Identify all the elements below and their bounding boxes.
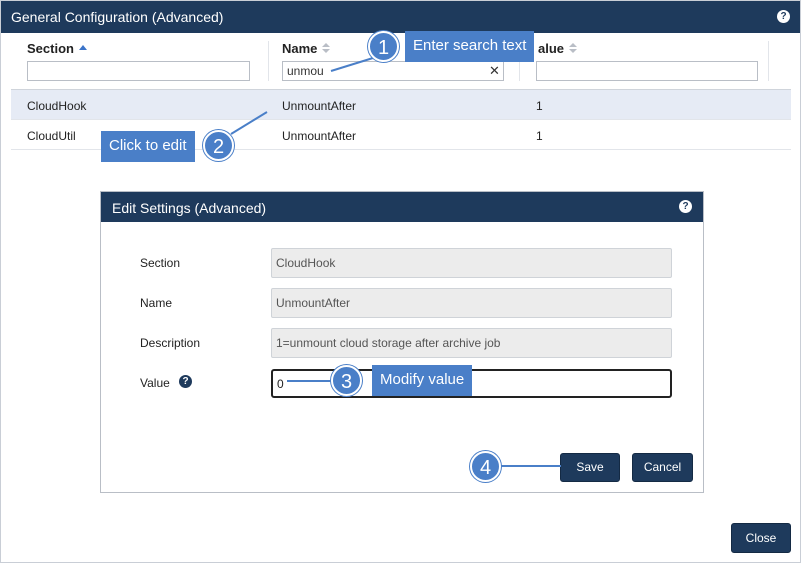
callout-1-badge: 1: [368, 31, 399, 62]
section-field: CloudHook: [271, 248, 672, 278]
cell-section: CloudHook: [27, 99, 87, 113]
info-icon[interactable]: ?: [179, 375, 192, 388]
description-field: 1=unmount cloud storage after archive jo…: [271, 328, 672, 358]
callout-2-text: Click to edit: [101, 131, 195, 162]
cell-section: CloudUtil: [27, 129, 76, 143]
name-filter-input[interactable]: [282, 61, 504, 81]
window-title: General Configuration (Advanced): [11, 9, 224, 25]
table-row[interactable]: CloudHook UnmountAfter 1: [11, 90, 791, 120]
column-header-value-label: alue: [538, 41, 565, 56]
callout-4-badge: 4: [470, 451, 501, 482]
cell-value: 1: [536, 99, 543, 113]
sort-ascending-icon: [78, 45, 87, 50]
window-titlebar: General Configuration (Advanced) ?: [1, 1, 800, 33]
column-header-section[interactable]: Section: [27, 41, 87, 56]
general-configuration-window: General Configuration (Advanced) ? Secti…: [0, 0, 801, 563]
edit-settings-dialog: Edit Settings (Advanced) ? Section Cloud…: [100, 191, 704, 493]
cell-value: 1: [536, 129, 543, 143]
dialog-titlebar: Edit Settings (Advanced) ?: [101, 192, 703, 222]
save-button[interactable]: Save: [560, 453, 620, 482]
help-icon[interactable]: ?: [777, 10, 790, 23]
clear-filter-icon[interactable]: ✕: [489, 63, 500, 79]
help-icon[interactable]: ?: [679, 200, 692, 213]
description-label: Description: [140, 336, 201, 350]
callout-2-badge: 2: [203, 130, 234, 161]
section-filter-input[interactable]: [27, 61, 250, 81]
column-header-name[interactable]: Name: [282, 41, 331, 56]
sort-icon: [322, 43, 331, 54]
column-header-value[interactable]: alue: [538, 41, 578, 56]
name-label: Name: [140, 296, 173, 310]
column-header-section-label: Section: [27, 41, 74, 56]
close-button[interactable]: Close: [731, 523, 791, 553]
value-filter-input[interactable]: [536, 61, 758, 81]
column-divider[interactable]: [768, 41, 769, 81]
value-label: Value: [140, 376, 170, 390]
cell-name: UnmountAfter: [282, 129, 357, 143]
column-divider[interactable]: [268, 41, 269, 81]
dialog-title: Edit Settings (Advanced): [112, 200, 267, 216]
column-header-name-label: Name: [282, 41, 318, 56]
callout-3-badge: 3: [331, 365, 362, 396]
cancel-button[interactable]: Cancel: [632, 453, 693, 482]
sort-icon: [569, 43, 578, 54]
callout-1-text: Enter search text: [405, 31, 535, 62]
section-label: Section: [140, 256, 181, 270]
name-field: UnmountAfter: [271, 288, 672, 318]
callout-3-text: Modify value: [372, 365, 473, 396]
cell-name: UnmountAfter: [282, 99, 357, 113]
